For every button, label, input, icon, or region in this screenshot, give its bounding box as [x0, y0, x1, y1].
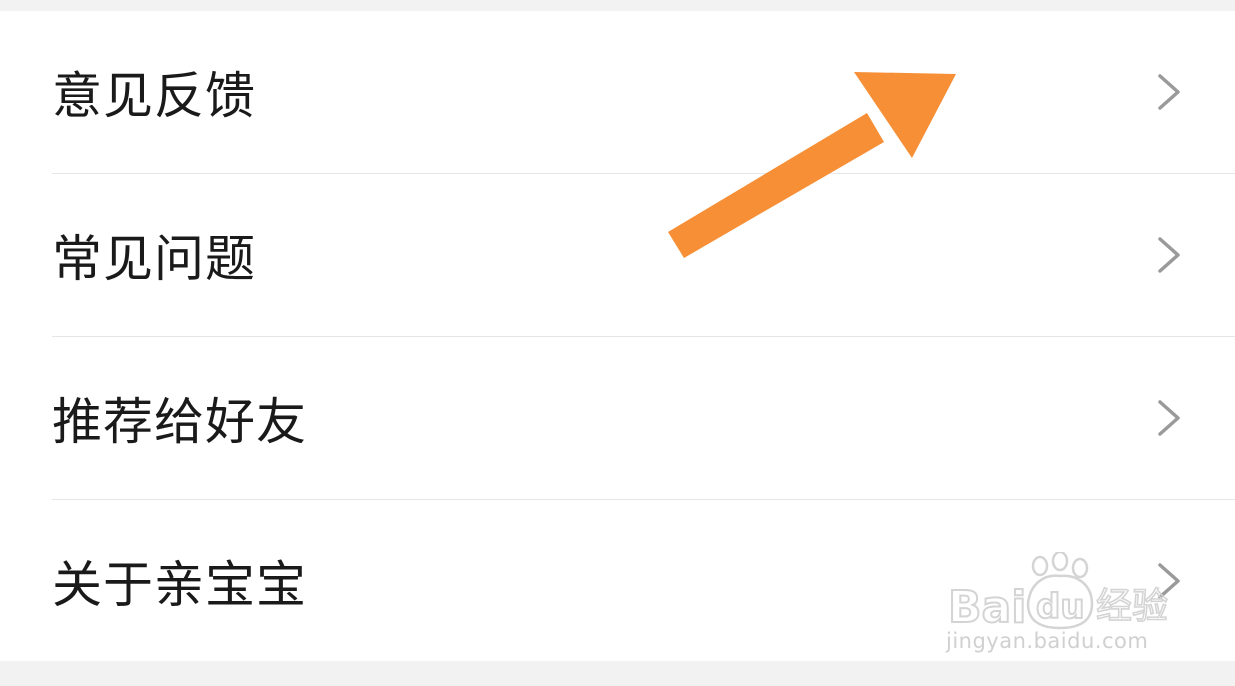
svg-text:经验: 经验 [1096, 586, 1168, 627]
menu-item-label: 意见反馈 [52, 67, 256, 125]
chevron-right-icon [1158, 74, 1180, 110]
svg-text:Bai: Bai [948, 582, 1026, 633]
chevron-right-icon [1158, 400, 1180, 436]
menu-item-label: 推荐给好友 [52, 393, 307, 451]
chevron-right-icon [1158, 237, 1180, 273]
svg-text:du: du [1036, 587, 1085, 627]
watermark-url: jingyan.baidu.com [946, 629, 1149, 653]
menu-item-feedback[interactable]: 意见反馈 [0, 11, 1235, 173]
annotation-arrow-icon [668, 72, 956, 258]
menu-item-faq[interactable]: 常见问题 [0, 174, 1235, 336]
menu-item-recommend[interactable]: 推荐给好友 [0, 337, 1235, 499]
menu-item-label: 关于亲宝宝 [52, 556, 307, 614]
menu-item-label: 常见问题 [52, 230, 256, 288]
